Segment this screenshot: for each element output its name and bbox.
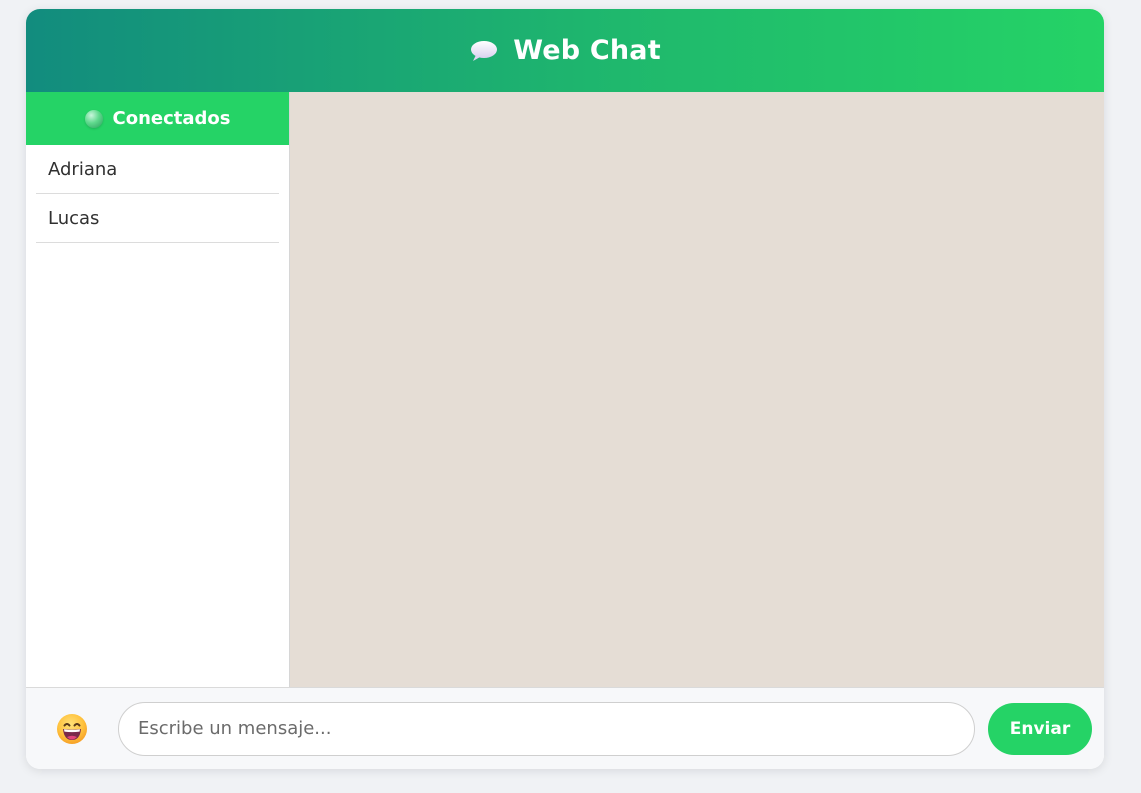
chat-body: Conectados Adriana Lucas [26,92,1104,687]
online-users-sidebar: Conectados Adriana Lucas [26,92,290,687]
emoji-button[interactable] [44,701,100,757]
user-item-lucas[interactable]: Lucas [36,194,279,243]
user-item-adriana[interactable]: Adriana [36,145,279,194]
send-button[interactable]: Enviar [988,702,1092,755]
online-dot-icon [84,109,103,128]
user-list: Adriana Lucas [26,145,289,243]
message-composer: Enviar [26,687,1104,769]
speech-bubble-icon [469,40,499,62]
app-title: Web Chat [513,35,661,66]
app-header: Web Chat [26,9,1104,92]
message-input[interactable] [118,701,975,756]
sidebar-header: Conectados [26,92,289,145]
sidebar-title: Conectados [112,108,231,129]
grinning-face-icon [57,713,87,744]
messages-area[interactable] [290,92,1104,687]
chat-app: Web Chat Conectados Adriana Lucas Escrib… [26,9,1104,769]
